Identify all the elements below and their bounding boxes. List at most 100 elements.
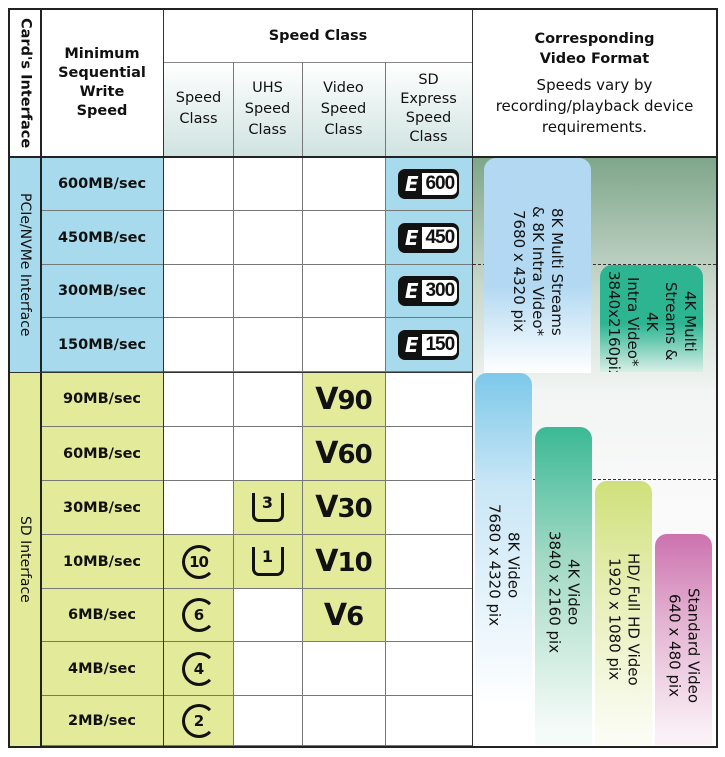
video-format-label: HD/ Full HD Video 1920 x 1080 pix <box>605 552 643 686</box>
divider <box>40 10 42 746</box>
speed-cell: 90MB/sec <box>41 372 163 427</box>
express-e-glyph: E <box>404 279 419 303</box>
subheader-uhs-speed-class: UHS Speed Class <box>233 62 302 156</box>
min-write-speed: 30MB/sec <box>62 499 141 516</box>
min-write-speed: 60MB/sec <box>62 445 141 462</box>
divider <box>302 62 303 746</box>
video-v-glyph: V <box>323 597 347 633</box>
speed-class-icon: 4 <box>181 651 216 686</box>
speed-cell: 300MB/sec <box>41 265 163 318</box>
divider <box>385 62 386 746</box>
video-speed-class-icon: V6 <box>323 597 364 633</box>
interface-sd: SD Interface <box>10 372 40 746</box>
interface-label: PCIe/NVMe Interface <box>17 192 33 337</box>
express-cell: E 600 <box>385 157 472 211</box>
divider <box>10 156 716 158</box>
empty-cell <box>385 372 472 427</box>
subheader-speed-class: Speed Class <box>164 62 233 156</box>
empty-cell <box>302 318 385 372</box>
video-v-glyph: V <box>315 544 338 579</box>
header-video-format-note: Speeds vary by recording/playback device… <box>495 75 694 136</box>
uhs-speed-class-icon: 3 <box>251 493 284 522</box>
video-class-value: 6 <box>346 601 364 632</box>
header-min-speed: Minimum Sequential Write Speed <box>41 10 163 156</box>
subheader-sd-express-speed-class: SD Express Speed Class <box>385 62 472 156</box>
empty-cell <box>385 481 472 535</box>
video-format-8k-video: 8K Video 7680 x 4320 pix <box>475 373 532 745</box>
express-e-glyph: E <box>404 171 419 196</box>
video-speed-class-icon: V90 <box>315 381 372 417</box>
speed-class-cell: 2 <box>164 696 233 746</box>
sd-express-class-icon: E 450 <box>397 222 460 253</box>
empty-cell <box>385 696 472 746</box>
empty-cell <box>164 211 233 265</box>
uhs-cell: 3 <box>233 481 302 535</box>
subheader-label: Speed Class <box>175 90 222 127</box>
video-cell: V6 <box>302 589 385 642</box>
header-min-speed-label: Minimum Sequential Write Speed <box>58 46 146 119</box>
speed-cell: 2MB/sec <box>41 696 163 746</box>
empty-cell <box>164 427 233 481</box>
video-format-label: 4K Multi Streams & 4K Intra Video* 3840x… <box>605 271 699 372</box>
speed-cell: 60MB/sec <box>41 427 163 481</box>
uhs-cell: 1 <box>233 535 302 589</box>
empty-cell <box>233 157 302 211</box>
video-format-4k-multi-streams: 4K Multi Streams & 4K Intra Video* 3840x… <box>600 265 703 372</box>
empty-cell <box>164 481 233 535</box>
video-cell: V60 <box>302 427 385 481</box>
subheader-label: UHS Speed Class <box>244 79 291 138</box>
empty-cell <box>385 589 472 642</box>
express-e-glyph: E <box>404 332 419 357</box>
min-write-speed: 90MB/sec <box>62 391 141 407</box>
empty-cell <box>233 696 302 746</box>
uhs-speed-class-icon: 1 <box>251 547 284 576</box>
empty-cell <box>385 535 472 589</box>
min-write-speed: 600MB/sec <box>57 175 147 192</box>
min-write-speed: 150MB/sec <box>57 336 147 353</box>
header-interface: Card's Interface <box>10 10 40 156</box>
speed-class-icon: 6 <box>181 598 216 632</box>
video-format-standard: Standard Video 640 x 480 pix <box>655 534 712 745</box>
divider <box>163 10 164 746</box>
divider <box>472 10 473 746</box>
empty-cell <box>164 157 233 211</box>
express-class-value: 150 <box>422 333 458 356</box>
video-format-label: 8K Video 7680 x 4320 pix <box>485 503 523 627</box>
header-interface-label: Card's Interface <box>17 17 34 149</box>
express-e-glyph: E <box>404 225 419 250</box>
empty-cell <box>233 318 302 372</box>
sd-express-class-icon: E 150 <box>397 329 460 360</box>
speed-cell: 150MB/sec <box>41 318 163 372</box>
empty-cell <box>385 427 472 481</box>
speed-class-cell: 4 <box>164 642 233 696</box>
video-cell: V30 <box>302 481 385 535</box>
video-format-label: 4K Video 3840 x 2160 pix <box>545 530 583 654</box>
header-video-format: Corresponding Video Format Speeds vary b… <box>473 10 716 156</box>
express-class-value: 300 <box>422 280 458 302</box>
speed-cell: 6MB/sec <box>41 589 163 642</box>
empty-cell <box>302 157 385 211</box>
speed-class-icon: 10 <box>181 544 216 579</box>
express-cell: E 300 <box>385 265 472 318</box>
empty-cell <box>302 642 385 696</box>
speed-cell: 10MB/sec <box>41 535 163 589</box>
subheader-video-speed-class: Video Speed Class <box>302 62 385 156</box>
video-cell: V10 <box>302 535 385 589</box>
video-class-value: 30 <box>337 494 373 524</box>
video-format-8k-multi-streams: 8K Multi Streams & 8K Intra Video* 7680 … <box>484 158 591 373</box>
speed-class-icon: 2 <box>181 703 216 738</box>
video-v-glyph: V <box>315 436 338 471</box>
empty-cell <box>164 265 233 318</box>
express-cell: E 450 <box>385 211 472 265</box>
empty-cell <box>302 265 385 318</box>
speed-cell: 4MB/sec <box>41 642 163 696</box>
speed-cell: 450MB/sec <box>41 211 163 265</box>
min-write-speed: 2MB/sec <box>68 712 136 729</box>
min-write-speed: 300MB/sec <box>57 283 147 299</box>
speed-class-cell: 10 <box>164 535 233 589</box>
empty-cell <box>233 427 302 481</box>
empty-cell <box>233 372 302 427</box>
video-v-glyph: V <box>315 381 338 417</box>
empty-cell <box>233 265 302 318</box>
divider <box>10 372 473 373</box>
